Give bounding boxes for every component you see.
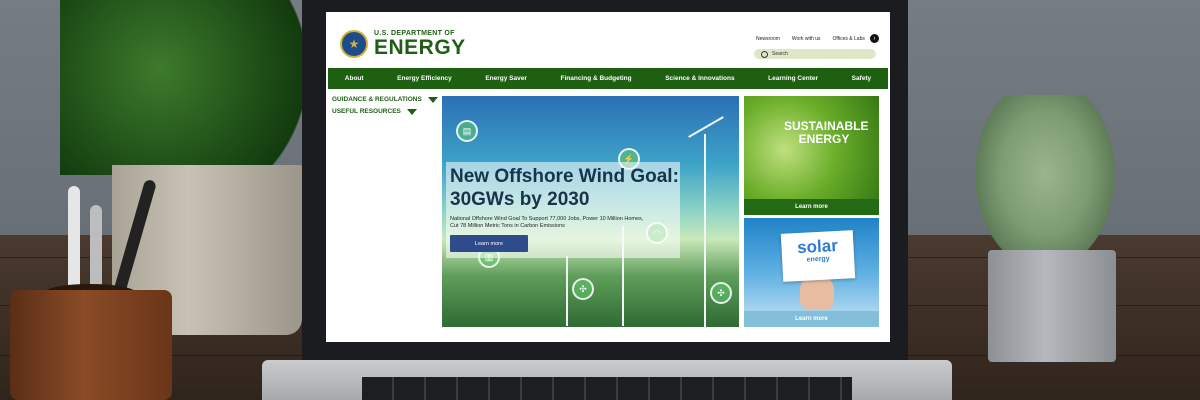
card-title-line: SUSTAINABLE: [784, 119, 869, 133]
hero-title: New Offshore Wind Goal: 30GWs by 2030: [450, 166, 700, 212]
nav-item-about[interactable]: About: [345, 75, 364, 82]
hero-banner: ▤ ⚡ ◠ ✣ ▥ ✣ New Offshore Wind Goal: 30GW…: [442, 96, 739, 327]
turbine-blade: [688, 116, 724, 138]
hero-subtitle-line: Cut 78 Million Metric Tons in Carbon Emi…: [450, 223, 565, 230]
chevron-right-icon[interactable]: ›: [869, 34, 879, 43]
concrete-pot: [988, 250, 1116, 362]
search-icon: [761, 50, 768, 58]
seal-icon: ★: [340, 30, 368, 58]
sidebar-item-label: GUIDANCE & REGULATIONS: [332, 96, 422, 103]
nav-item-science[interactable]: Science & Innovations: [665, 75, 734, 82]
utility-links: Newsroom Work with us Offices & Labs ›: [756, 34, 879, 43]
laptop-keyboard: [362, 377, 852, 400]
nav-item-learning-center[interactable]: Learning Center: [768, 75, 818, 82]
hero-learn-more-button[interactable]: Learn more: [450, 235, 528, 252]
logo-line-big: ENERGY: [374, 36, 466, 59]
nav-item-safety[interactable]: Safety: [852, 75, 872, 82]
hero-subtitle-line: National Offshore Wind Goal To Support 7…: [450, 216, 644, 222]
solar-sign-word: solar: [796, 235, 839, 258]
card-learn-more-button[interactable]: Learn more: [744, 199, 879, 215]
laptop-screen: ★ U.S. DEPARTMENT OF ENERGY Newsroom Wor…: [326, 12, 890, 342]
card-solar-energy[interactable]: solar energy Learn more: [744, 218, 879, 327]
card-title: SUSTAINABLE ENERGY: [784, 119, 869, 146]
wind-turbine: [704, 134, 706, 327]
sidebar: GUIDANCE & REGULATIONS USEFUL RESOURCES: [332, 96, 438, 120]
dropdown-triangle-icon: [427, 96, 438, 103]
link-offices-labs[interactable]: Offices & Labs: [832, 36, 864, 42]
card-learn-more-button[interactable]: Learn more: [744, 311, 879, 327]
link-newsroom[interactable]: Newsroom: [756, 36, 780, 42]
sidebar-item-resources[interactable]: USEFUL RESOURCES: [332, 108, 438, 115]
link-work-with-us[interactable]: Work with us: [792, 36, 821, 42]
main-nav: About Energy Efficiency Energy Saver Fin…: [328, 68, 888, 89]
hero-title-line: 30GWs by 2030: [450, 188, 590, 210]
logo-text: U.S. DEPARTMENT OF ENERGY: [374, 30, 466, 58]
sidebar-item-label: USEFUL RESOURCES: [332, 108, 401, 115]
search-input[interactable]: Search: [754, 49, 876, 59]
succulent-plant: [975, 95, 1115, 270]
wooden-pen-cup: [10, 290, 172, 400]
nav-item-financing[interactable]: Financing & Budgeting: [560, 75, 631, 82]
network-node-icon: ▤: [456, 120, 478, 142]
hero-subtitle: National Offshore Wind Goal To Support 7…: [450, 216, 670, 231]
network-node-icon: ✣: [710, 282, 732, 304]
dropdown-triangle-icon: [406, 108, 417, 115]
search-placeholder: Search: [772, 51, 788, 57]
solar-sign-subword: energy: [806, 255, 830, 264]
wind-turbine: [566, 256, 568, 326]
nav-item-energy-efficiency[interactable]: Energy Efficiency: [397, 75, 452, 82]
solar-sign: solar energy: [780, 230, 856, 282]
card-sustainable-energy[interactable]: SUSTAINABLE ENERGY Learn more: [744, 96, 879, 215]
hero-title-line: New Offshore Wind Goal:: [450, 166, 679, 187]
nav-item-energy-saver[interactable]: Energy Saver: [485, 75, 527, 82]
doe-logo[interactable]: ★ U.S. DEPARTMENT OF ENERGY: [340, 30, 466, 58]
sidebar-item-guidance[interactable]: GUIDANCE & REGULATIONS: [332, 96, 438, 103]
network-node-icon: ✣: [572, 278, 594, 300]
card-title-line: ENERGY: [798, 131, 850, 146]
hand-image: [800, 276, 834, 310]
boxwood-plant: [60, 0, 310, 175]
